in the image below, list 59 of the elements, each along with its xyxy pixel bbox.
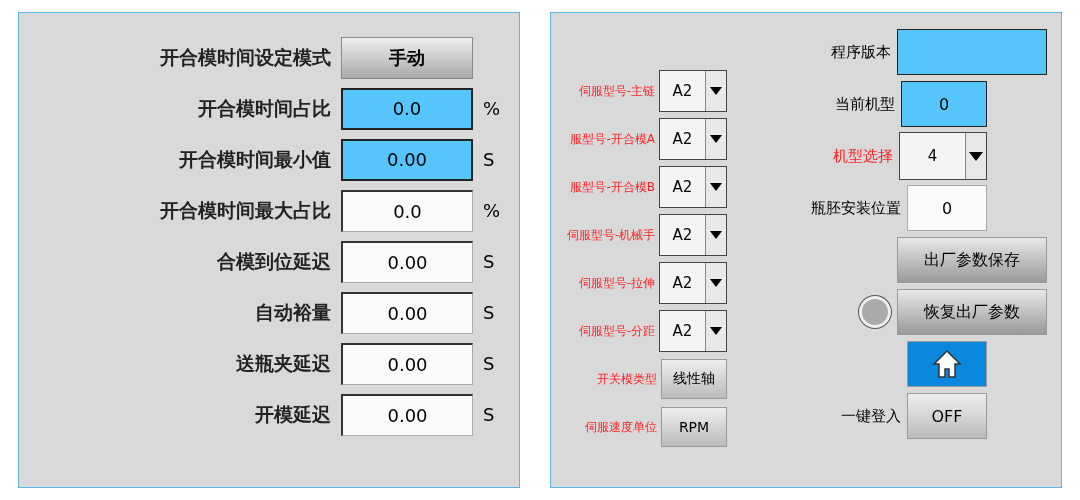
input-field[interactable]: 0.00 <box>341 291 473 334</box>
action-button[interactable]: 出厂参数保存 <box>897 237 1047 283</box>
caret-icon <box>710 279 722 287</box>
field-label: 当前机型 <box>835 94 895 114</box>
unit-label: S <box>483 251 496 272</box>
field-label: 开合模时间占比 <box>197 95 331 121</box>
caret-icon <box>710 87 722 95</box>
field-label: 伺服型号-主链 <box>578 82 655 100</box>
field-label: 开关模类型 <box>597 370 657 388</box>
input-field[interactable]: 0.00 <box>341 240 473 283</box>
field-label: 伺服型号-拉伸 <box>578 274 655 292</box>
field-label: 开模延迟 <box>254 401 331 427</box>
toggle-button[interactable]: 线性轴 <box>661 359 727 399</box>
dropdown[interactable]: A2 <box>659 214 727 256</box>
input-field[interactable]: 0.0 <box>341 189 473 232</box>
toggle-button[interactable]: RPM <box>661 407 727 447</box>
unit-label: % <box>483 200 502 221</box>
caret-icon <box>710 231 722 239</box>
unit-label: S <box>483 302 496 323</box>
display-field: 0.0 <box>341 87 473 130</box>
input-field[interactable]: 0.00 <box>341 342 473 385</box>
unit-label: S <box>483 404 496 425</box>
field-label: 伺服速度单位 <box>585 418 657 436</box>
input-field[interactable]: 0.00 <box>341 393 473 436</box>
field-label: 自动裕量 <box>254 299 331 325</box>
dropdown[interactable]: A2 <box>659 118 727 160</box>
field-label: 合模到位延迟 <box>216 248 331 274</box>
caret-icon <box>710 135 722 143</box>
unit-label: S <box>483 353 496 374</box>
display-field: 0 <box>901 81 987 127</box>
field-label: 机型选择 <box>833 146 893 166</box>
unit-label: % <box>483 98 502 119</box>
dropdown[interactable]: 4 <box>899 132 987 180</box>
field-label: 开合模时间最大占比 <box>159 197 331 223</box>
field-label: 开合模时间设定模式 <box>159 44 331 70</box>
toggle-button[interactable]: OFF <box>907 393 987 439</box>
home-icon <box>932 349 962 379</box>
mode-button[interactable]: 手动 <box>341 36 473 79</box>
dropdown[interactable]: A2 <box>659 166 727 208</box>
field-label: 服型号-开合模B <box>570 178 655 196</box>
unit-label: S <box>483 149 496 170</box>
field-label: 服型号-开合模A <box>570 130 655 148</box>
field-label: 开合模时间最小值 <box>178 146 331 172</box>
field-label: 送瓶夹延迟 <box>235 350 331 376</box>
caret-icon <box>710 183 722 191</box>
home-button[interactable] <box>907 341 987 387</box>
dropdown[interactable]: A2 <box>659 310 727 352</box>
display-field: 0.00 <box>341 138 473 181</box>
field-label: 一键登入 <box>841 406 901 426</box>
field-label: 伺服型号-分距 <box>578 322 655 340</box>
field-label: 伺服型号-机械手 <box>566 226 655 244</box>
dropdown[interactable]: A2 <box>659 262 727 304</box>
dropdown[interactable]: A2 <box>659 70 727 112</box>
action-button[interactable]: 恢复出厂参数 <box>897 289 1047 335</box>
caret-icon <box>969 151 983 161</box>
field-label: 瓶胚安装位置 <box>811 198 901 218</box>
input-field[interactable]: 0 <box>907 185 987 231</box>
caret-icon <box>710 327 722 335</box>
field-label: 程序版本 <box>831 42 891 62</box>
